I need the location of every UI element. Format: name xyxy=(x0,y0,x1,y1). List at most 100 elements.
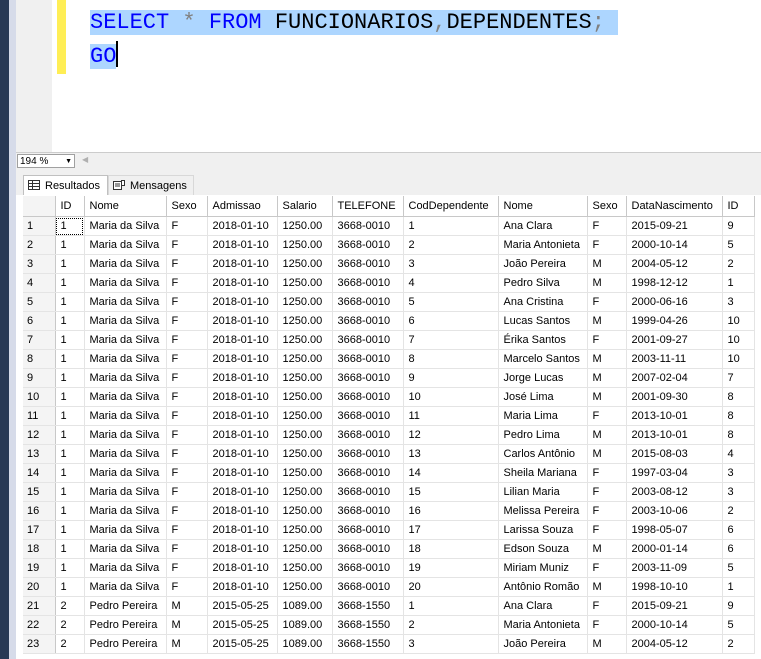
row-number[interactable]: 23 xyxy=(23,634,56,654)
table-cell[interactable]: 3668-0010 xyxy=(332,501,404,521)
table-cell[interactable]: 2 xyxy=(722,634,755,654)
table-cell[interactable]: Maria da Silva xyxy=(84,558,167,578)
table-cell[interactable]: Maria da Silva xyxy=(84,406,167,426)
table-cell[interactable]: 1 xyxy=(55,292,85,312)
table-cell[interactable]: 2018-01-10 xyxy=(207,520,278,540)
table-cell[interactable]: Pedro Pereira xyxy=(84,615,167,635)
table-cell[interactable]: F xyxy=(587,463,627,483)
table-cell[interactable]: Maria da Silva xyxy=(84,463,167,483)
table-cell[interactable]: F xyxy=(587,482,627,502)
table-cell[interactable]: João Pereira xyxy=(498,254,588,274)
table-cell[interactable]: F xyxy=(587,216,627,236)
table-cell[interactable]: Maria Antonieta xyxy=(498,235,588,255)
table-cell[interactable]: 3 xyxy=(722,463,755,483)
table-cell[interactable]: F xyxy=(166,311,208,331)
table-cell[interactable]: 3668-0010 xyxy=(332,577,404,597)
table-cell[interactable]: Maria da Silva xyxy=(84,349,167,369)
code-line-2[interactable]: GO xyxy=(90,40,119,74)
table-cell[interactable]: Melissa Pereira xyxy=(498,501,588,521)
table-cell[interactable]: 2018-01-10 xyxy=(207,235,278,255)
table-cell[interactable]: 10 xyxy=(722,330,755,350)
table-cell[interactable]: F xyxy=(166,539,208,559)
table-cell[interactable]: 2003-11-09 xyxy=(626,558,723,578)
table-cell[interactable]: 2 xyxy=(55,596,85,616)
table-cell[interactable]: 1998-10-10 xyxy=(626,577,723,597)
table-cell[interactable]: 10 xyxy=(722,349,755,369)
table-cell[interactable]: 2000-10-14 xyxy=(626,235,723,255)
table-row[interactable]: 14 1 Maria da Silva F 2018-01-10 1250.00 3668-… xyxy=(23,463,755,483)
table-cell[interactable]: Pedro Pereira xyxy=(84,596,167,616)
table-cell[interactable]: 1 xyxy=(55,425,85,445)
table-cell[interactable]: 1999-04-26 xyxy=(626,311,723,331)
table-cell[interactable]: 1250.00 xyxy=(277,216,333,236)
table-cell[interactable]: 1089.00 xyxy=(277,634,333,654)
table-row[interactable]: 15 1 Maria da Silva F 2018-01-10 1250.00 3668-… xyxy=(23,482,755,502)
table-cell[interactable]: 3 xyxy=(722,292,755,312)
table-cell[interactable]: F xyxy=(587,558,627,578)
table-cell[interactable]: 1 xyxy=(55,444,85,464)
table-cell[interactable]: 2018-01-10 xyxy=(207,539,278,559)
table-cell[interactable]: 2018-01-10 xyxy=(207,501,278,521)
table-row[interactable]: 13 1 Maria da Silva F 2018-01-10 1250.00 3668-… xyxy=(23,444,755,464)
column-header[interactable]: Salario xyxy=(277,196,333,217)
table-cell[interactable]: Lucas Santos xyxy=(498,311,588,331)
table-row[interactable]: 7 1 Maria da Silva F 2018-01-10 1250.00 3668-0… xyxy=(23,330,755,350)
table-row[interactable]: 19 1 Maria da Silva F 2018-01-10 1250.00 3668-… xyxy=(23,558,755,578)
table-row[interactable]: 12 1 Maria da Silva F 2018-01-10 1250.00 3668-… xyxy=(23,425,755,445)
table-cell[interactable]: 5 xyxy=(722,235,755,255)
table-cell[interactable]: Lilian Maria xyxy=(498,482,588,502)
table-cell[interactable]: 2 xyxy=(722,501,755,521)
table-cell[interactable]: Maria da Silva xyxy=(84,577,167,597)
table-cell[interactable]: 11 xyxy=(403,406,499,426)
table-cell[interactable]: 8 xyxy=(722,406,755,426)
row-number[interactable]: 11 xyxy=(23,406,56,426)
table-cell[interactable]: Érika Santos xyxy=(498,330,588,350)
table-cell[interactable]: F xyxy=(166,577,208,597)
table-cell[interactable]: 7 xyxy=(403,330,499,350)
table-row[interactable]: 1 1 Maria da Silva F 2018-01-10 1250.00 3668-0… xyxy=(23,216,755,236)
table-cell[interactable]: 16 xyxy=(403,501,499,521)
table-cell[interactable]: F xyxy=(166,330,208,350)
table-cell[interactable]: F xyxy=(166,501,208,521)
table-cell[interactable]: 4 xyxy=(722,444,755,464)
table-cell[interactable]: Maria da Silva xyxy=(84,444,167,464)
chevron-down-icon[interactable]: ▼ xyxy=(65,155,72,169)
table-cell[interactable]: F xyxy=(587,615,627,635)
table-cell[interactable]: 1250.00 xyxy=(277,273,333,293)
table-row[interactable]: 21 2 Pedro Pereira M 2015-05-25 1089.00 3668-1… xyxy=(23,596,755,616)
table-cell[interactable]: 13 xyxy=(403,444,499,464)
table-cell[interactable]: 9 xyxy=(403,368,499,388)
table-cell[interactable]: 2018-01-10 xyxy=(207,254,278,274)
table-cell[interactable]: 3 xyxy=(403,634,499,654)
row-number[interactable]: 14 xyxy=(23,463,56,483)
table-cell[interactable]: 2003-10-06 xyxy=(626,501,723,521)
table-cell[interactable]: 18 xyxy=(403,539,499,559)
column-header[interactable]: Nome xyxy=(498,196,588,217)
column-header[interactable]: TELEFONE xyxy=(332,196,404,217)
table-cell[interactable]: F xyxy=(166,558,208,578)
table-cell[interactable]: M xyxy=(166,634,208,654)
table-cell[interactable]: Maria da Silva xyxy=(84,425,167,445)
table-cell[interactable]: 2018-01-10 xyxy=(207,216,278,236)
column-header[interactable]: Sexo xyxy=(166,196,208,217)
table-cell[interactable]: 2018-01-10 xyxy=(207,558,278,578)
table-cell[interactable]: 3668-0010 xyxy=(332,235,404,255)
table-cell[interactable]: M xyxy=(587,539,627,559)
table-cell[interactable]: 1997-03-04 xyxy=(626,463,723,483)
column-header[interactable]: Sexo xyxy=(587,196,627,217)
row-number[interactable]: 8 xyxy=(23,349,56,369)
table-cell[interactable]: 2000-10-14 xyxy=(626,615,723,635)
zoom-dropdown[interactable]: 194 % ▼ xyxy=(17,154,75,168)
table-cell[interactable]: F xyxy=(587,292,627,312)
table-cell[interactable]: João Pereira xyxy=(498,634,588,654)
row-number[interactable]: 20 xyxy=(23,577,56,597)
table-cell[interactable]: M xyxy=(587,349,627,369)
row-number[interactable]: 12 xyxy=(23,425,56,445)
table-cell[interactable]: 1 xyxy=(722,273,755,293)
row-number[interactable]: 17 xyxy=(23,520,56,540)
table-cell[interactable]: F xyxy=(587,330,627,350)
table-cell[interactable]: 1250.00 xyxy=(277,235,333,255)
table-cell[interactable]: 2015-05-25 xyxy=(207,615,278,635)
table-row[interactable]: 17 1 Maria da Silva F 2018-01-10 1250.00 3668-… xyxy=(23,520,755,540)
table-cell[interactable]: F xyxy=(166,368,208,388)
